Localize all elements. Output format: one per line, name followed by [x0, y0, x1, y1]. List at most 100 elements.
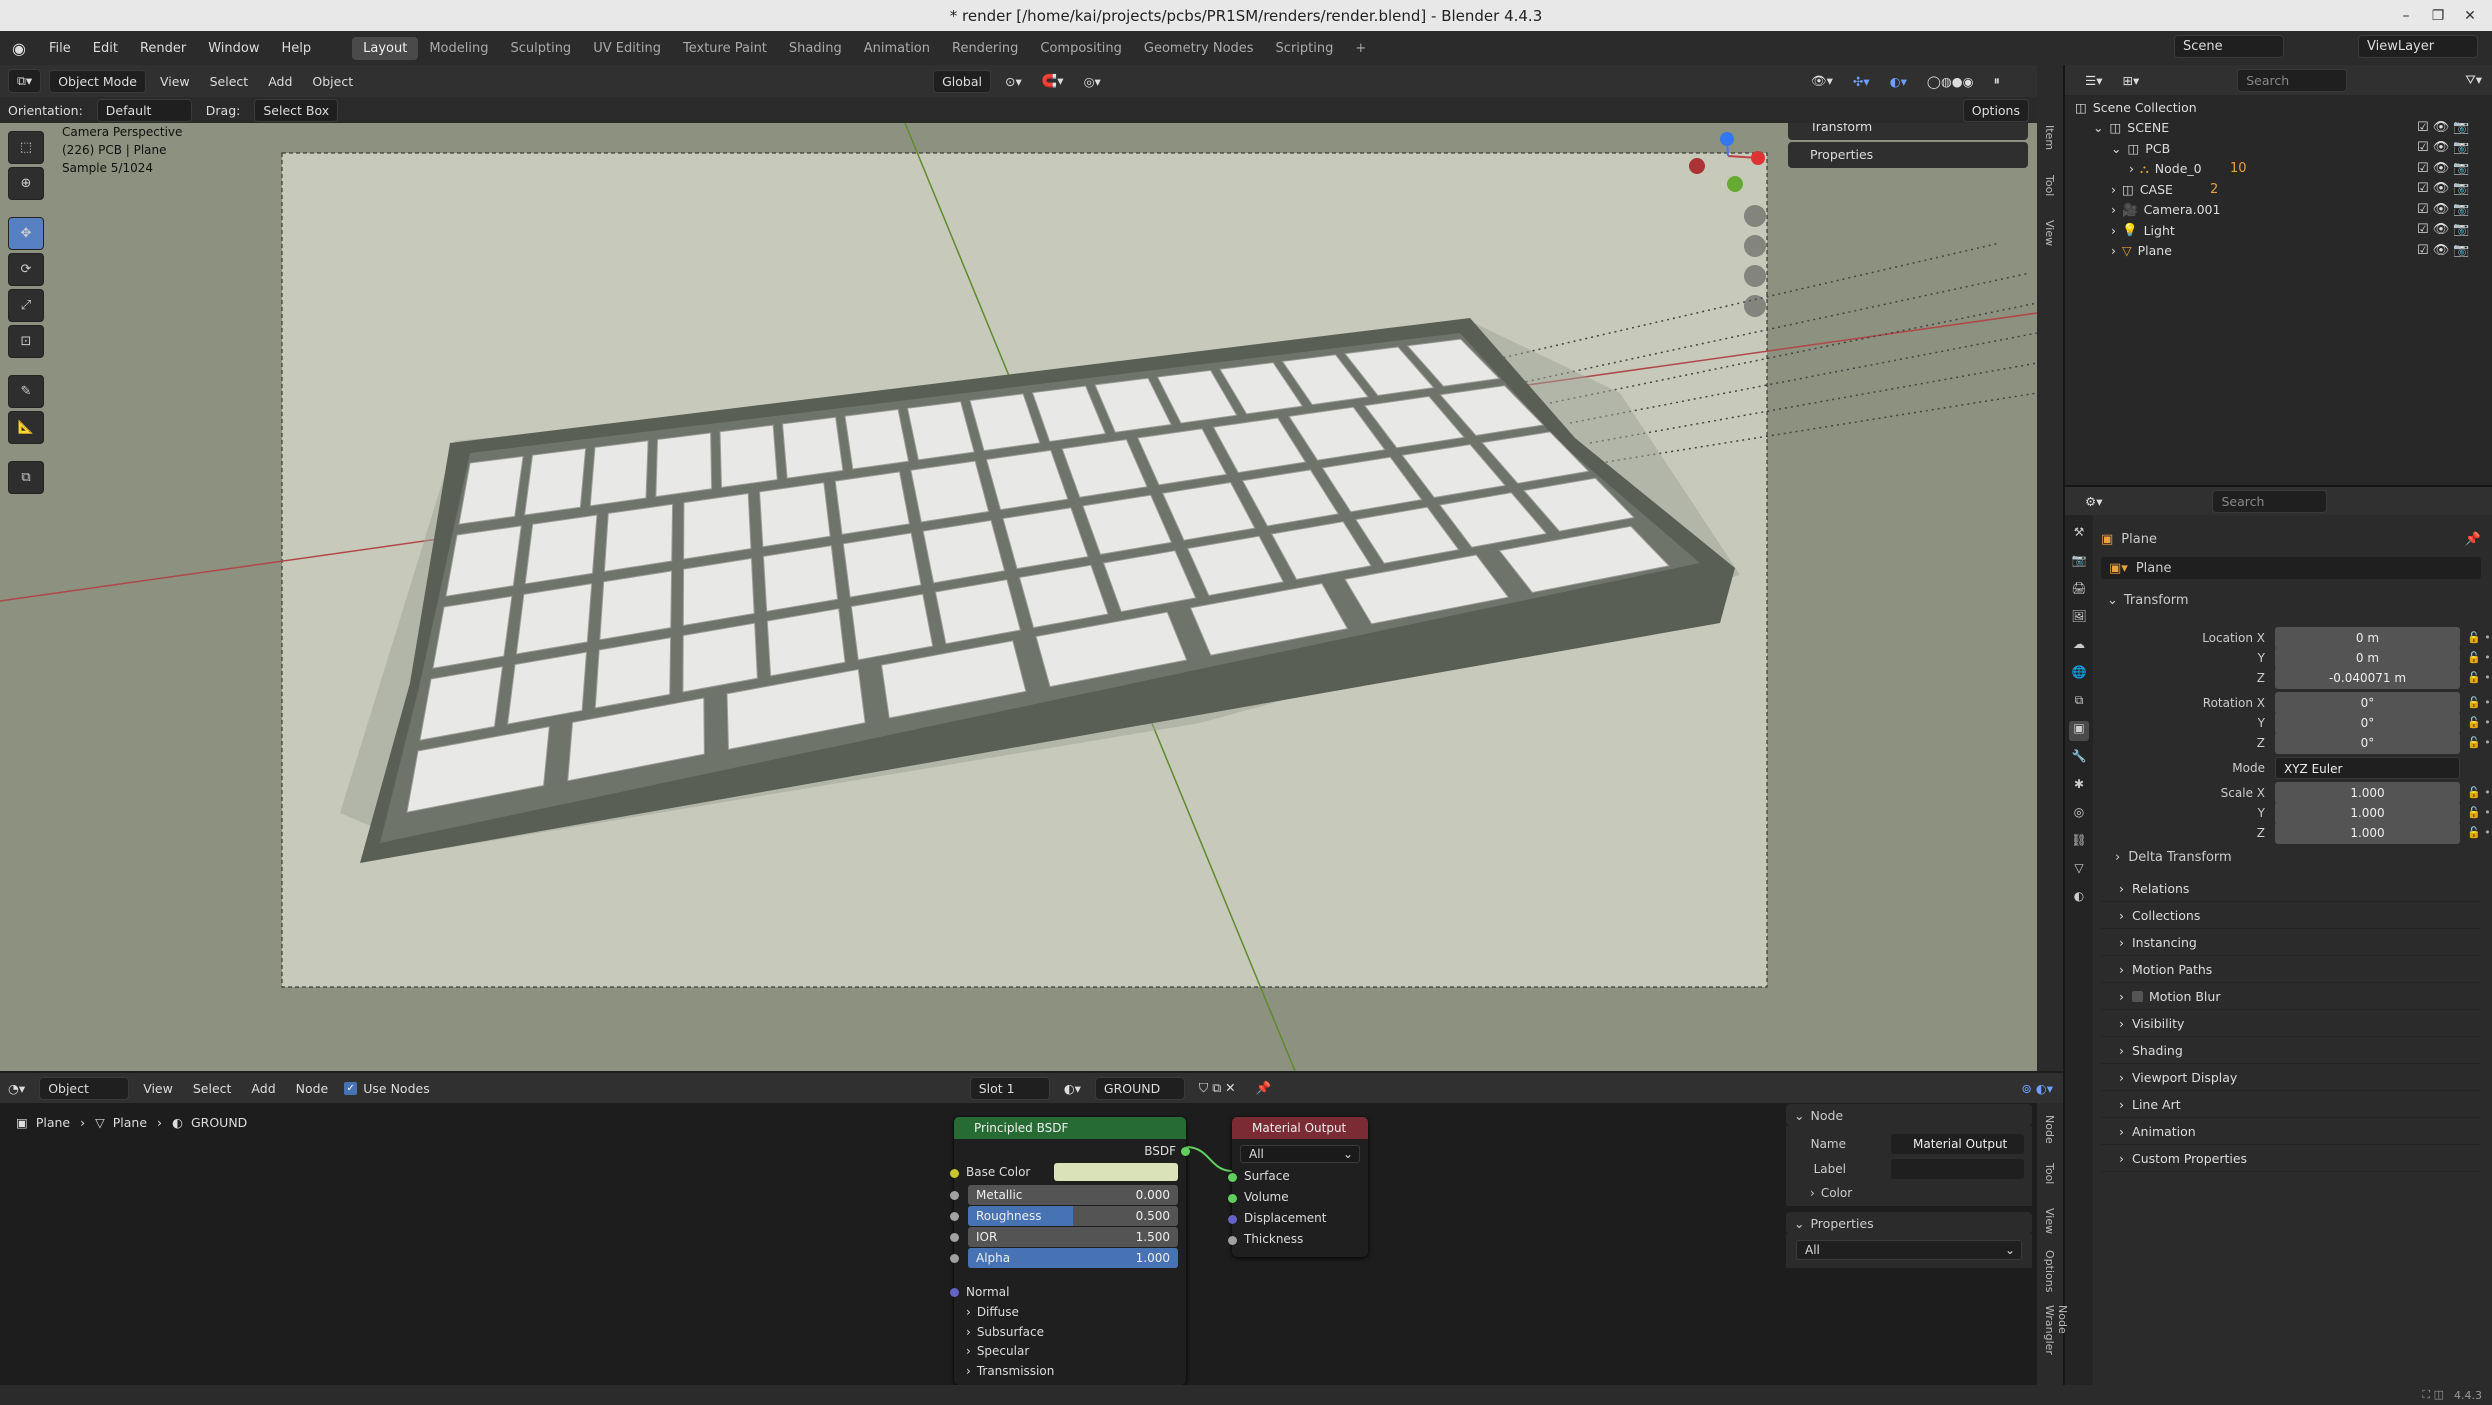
slider-roughness[interactable]: Roughness 0.500 [968, 1206, 1178, 1226]
outliner-editor-icon[interactable]: ☰▾ [2075, 73, 2112, 88]
overlays-icon[interactable]: ◐▾ [1880, 74, 1917, 89]
properties-tab-icon[interactable]: ✱ [2069, 777, 2089, 797]
properties-tab-icon[interactable]: ☁ [2069, 637, 2089, 657]
node-label-field[interactable] [1891, 1159, 2024, 1179]
object-mode-dropdown[interactable]: Object Mode [49, 69, 146, 93]
properties-tab-icon[interactable]: 🌐 [2069, 665, 2089, 685]
menu-render[interactable]: Render [129, 41, 197, 56]
tab-animation[interactable]: Animation [853, 37, 941, 60]
node-properties-dropdown[interactable]: All ⌄ [1796, 1240, 2022, 1260]
object-menu[interactable]: Object [302, 74, 363, 89]
transform-field[interactable]: 0 m [2275, 627, 2460, 649]
section-collections[interactable]: › Collections [2101, 903, 2481, 929]
pin-icon[interactable]: 📌 [2465, 532, 2481, 547]
tab-shading[interactable]: Shading [778, 37, 853, 60]
disclosure-icon[interactable]: ⌄ [2111, 141, 2121, 156]
section-relations[interactable]: › Relations [2101, 876, 2481, 902]
scale-icon[interactable]: ⤢ [8, 289, 44, 322]
section-line-art[interactable]: › Line Art [2101, 1092, 2481, 1118]
pivot-icon[interactable]: ⊙▾ [995, 74, 1032, 89]
blender-logo-icon[interactable]: ◉ [0, 39, 38, 58]
properties-search-input[interactable]: Search [2212, 489, 2328, 513]
lock-icon[interactable]: 🔓 • [2467, 696, 2491, 709]
input-socket[interactable] [950, 1191, 959, 1200]
transform-field[interactable]: 0° [2275, 692, 2460, 714]
output-node-header[interactable]: Material Output [1232, 1117, 1368, 1139]
properties-tab-icon[interactable]: ◐ [2069, 889, 2089, 909]
node-tab-tool[interactable]: Tool [2043, 1163, 2056, 1184]
output-target-dropdown[interactable]: All ⌄ [1240, 1145, 1360, 1163]
input-socket[interactable] [1228, 1215, 1237, 1224]
input-socket[interactable] [950, 1254, 959, 1263]
transform-orientation-dropdown[interactable]: Global [933, 69, 991, 93]
color-subpanel[interactable]: › Color [1810, 1186, 1852, 1200]
disclosure-icon[interactable]: › [2111, 243, 2116, 258]
node-tab-node[interactable]: Node [2043, 1115, 2056, 1144]
base-color-socket[interactable] [950, 1169, 959, 1178]
principled-bsdf-node[interactable]: Principled BSDF BSDF Base Color Metallic… [950, 1117, 1190, 1397]
disclosure-icon[interactable]: ⌄ [2093, 120, 2103, 135]
move-icon[interactable]: ✥ [8, 217, 44, 250]
transform-icon[interactable]: ⊡ [8, 325, 44, 358]
lock-icon[interactable]: 🔓 • [2467, 826, 2491, 839]
transform-field[interactable]: 1.000 [2275, 782, 2460, 804]
object-name-field[interactable]: ▣▾ Plane [2101, 557, 2481, 579]
properties-tab-icon[interactable]: ▣ [2069, 721, 2089, 741]
properties-tab-icon[interactable]: 🔧 [2069, 749, 2089, 769]
slot-dropdown[interactable]: Slot 1 [969, 1076, 1050, 1100]
node-overlay-icon[interactable]: ⊚ ◐▾ [2011, 1081, 2063, 1096]
minimize-icon[interactable]: – [2396, 6, 2416, 26]
transform-field[interactable]: -0.040071 m [2275, 667, 2460, 689]
menu-window[interactable]: Window [197, 41, 270, 56]
section-motion-blur[interactable]: › Motion Blur [2101, 984, 2481, 1010]
properties-editor-icon[interactable]: ⚙▾ [2075, 494, 2112, 509]
editor-type-icon[interactable]: ⧉▾ [8, 69, 42, 93]
scene-selector[interactable]: Scene [2174, 35, 2284, 58]
transform-field[interactable]: 1.000 [2275, 822, 2460, 844]
base-color-swatch[interactable] [1054, 1163, 1178, 1181]
maximize-icon[interactable]: ❐ [2428, 6, 2448, 26]
normal-socket[interactable] [950, 1288, 959, 1297]
outliner-search-input[interactable]: Search [2237, 68, 2348, 92]
tab-layout[interactable]: Layout [352, 36, 419, 60]
lock-icon[interactable]: 🔓 • [2467, 651, 2491, 664]
display-mode-icon[interactable]: ⊞▾ [2112, 73, 2149, 88]
close-icon[interactable]: ✕ [2460, 6, 2480, 26]
disclosure-icon[interactable]: › [2111, 182, 2116, 197]
menu-file[interactable]: File [38, 41, 82, 56]
select-menu[interactable]: Select [200, 74, 259, 89]
tab-texture-paint[interactable]: Texture Paint [672, 37, 778, 60]
npanel-properties[interactable]: Properties [1788, 142, 2028, 168]
properties-tab-icon[interactable]: ⚒ [2069, 525, 2089, 545]
node-properties-header[interactable]: ⌄ Properties [1786, 1212, 2032, 1234]
visibility-eye-icon[interactable]: ☑ 👁 📷 [2417, 161, 2470, 176]
outliner-item-scene[interactable]: ⌄ ◫ SCENE [2093, 118, 2169, 138]
3d-viewport[interactable]: Camera Perspective (226) PCB | Plane Sam… [0, 123, 2037, 1071]
visibility-eye-icon[interactable]: ☑ 👁 📷 [2417, 202, 2470, 217]
properties-tab-icon[interactable]: ⛓ [2069, 833, 2089, 853]
lock-icon[interactable]: 🔓 • [2467, 786, 2491, 799]
node-tab-view[interactable]: View [2043, 1208, 2056, 1234]
outliner-item-camera-001[interactable]: › 🎥 Camera.001 [2111, 200, 2220, 220]
lock-icon[interactable]: 🔓 • [2467, 631, 2491, 644]
section-motion-paths[interactable]: › Motion Paths [2101, 957, 2481, 983]
cursor-icon[interactable]: ⊕ [8, 167, 44, 200]
node-editor-type-icon[interactable]: ◔▾ [0, 1081, 35, 1096]
tab-geometry-nodes[interactable]: Geometry Nodes [1133, 37, 1265, 60]
menu-help[interactable]: Help [271, 41, 323, 56]
visibility-eye-icon[interactable]: ☑ 👁 📷 [2417, 222, 2470, 237]
section-shading[interactable]: › Shading [2101, 1038, 2481, 1064]
tab-sculpting[interactable]: Sculpting [499, 37, 582, 60]
visibility-eye-icon[interactable]: ☑ 👁 📷 [2417, 243, 2470, 258]
input-socket[interactable] [1228, 1194, 1237, 1203]
properties-tab-icon[interactable]: ⧉ [2069, 693, 2089, 713]
node-tab-node-wrangler[interactable]: Node Wrangler [2043, 1305, 2069, 1385]
section-visibility[interactable]: › Visibility [2101, 1011, 2481, 1037]
properties-tab-icon[interactable]: 📷 [2069, 553, 2089, 573]
input-socket[interactable] [1228, 1236, 1237, 1245]
lock-icon[interactable]: 🔓 • [2467, 716, 2491, 729]
outliner-item-node-0[interactable]: › ⛬ Node_0 [2129, 159, 2202, 179]
shader-type-dropdown[interactable]: Object [39, 1076, 130, 1100]
transform-field[interactable]: 0° [2275, 712, 2460, 734]
slider-ior[interactable]: IOR 1.500 [968, 1227, 1178, 1247]
